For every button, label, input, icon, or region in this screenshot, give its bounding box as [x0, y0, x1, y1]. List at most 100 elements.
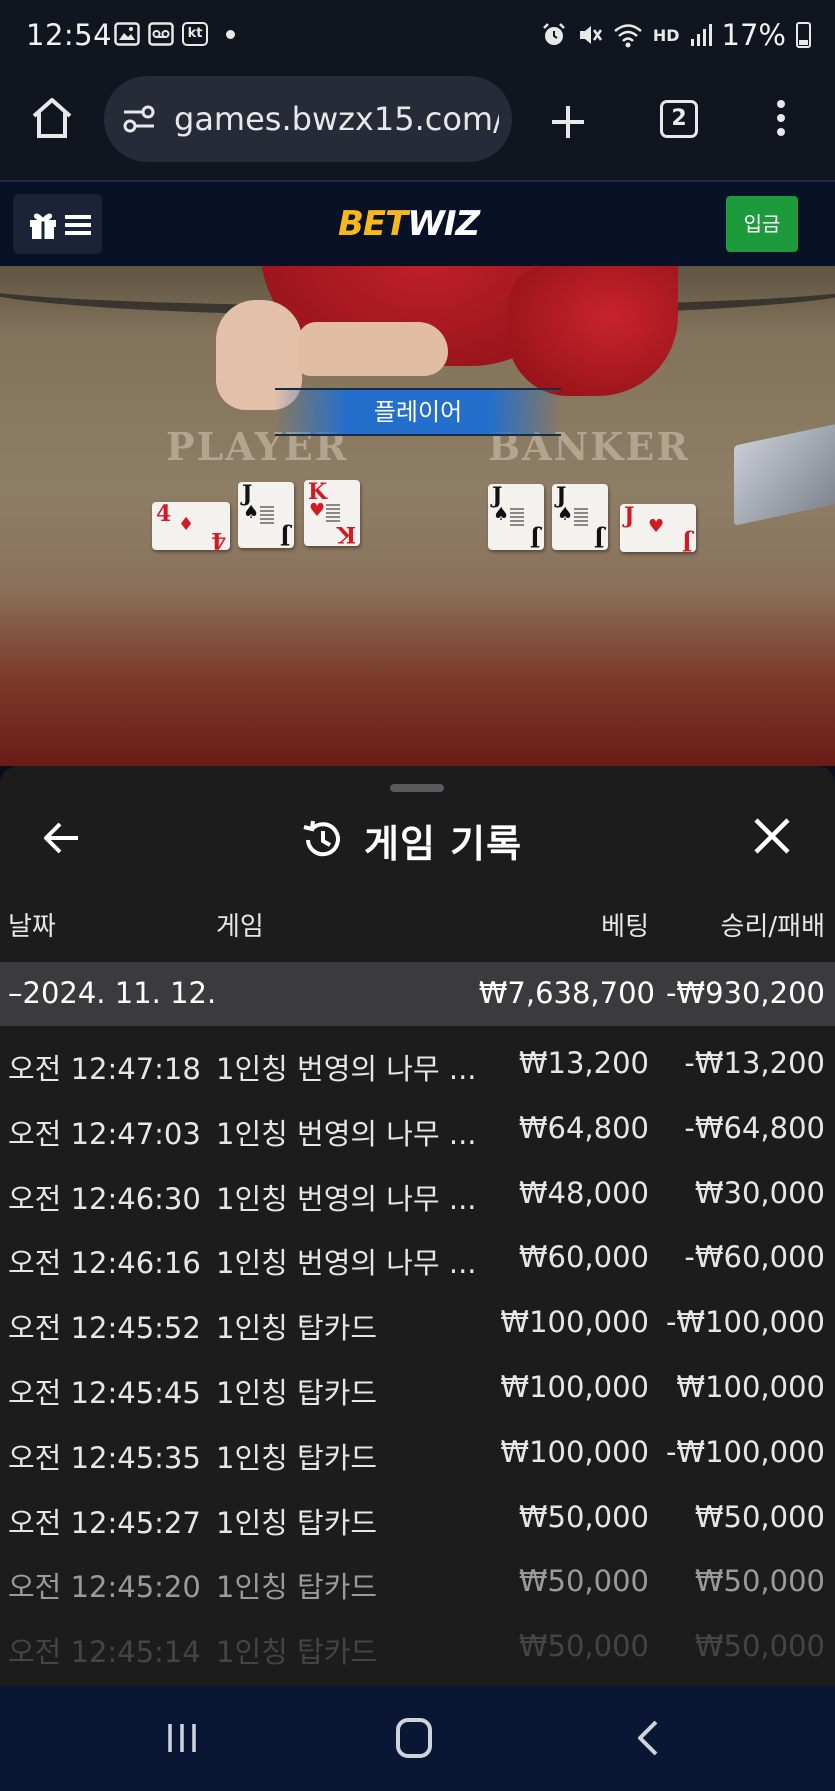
banker-card-1: J ♠ J: [488, 484, 544, 551]
row-game: 1인칭 탑카드: [216, 1311, 378, 1346]
battery-percent: 17%: [721, 18, 786, 52]
live-game-video[interactable]: PLAYER BANKER 플레이어 4 ♦ 4 J ♠ J K ♥ K J ♠ J J ♠ J J…: [0, 266, 835, 766]
history-row[interactable]: 오전 12:45:35 1인칭 탑카드 ₩100,000 -₩100,000: [0, 1417, 835, 1482]
date-group-row[interactable]: –2024. 11. 12. ₩7,638,700 -₩930,200: [0, 962, 835, 1026]
row-game: 1인칭 탑카드: [216, 1440, 378, 1475]
mute-icon: [579, 26, 602, 44]
row-winloss: -₩60,000: [684, 1240, 825, 1275]
row-game: 1인칭 번영의 나무 ...: [216, 1116, 477, 1151]
column-header-game: 게임: [216, 912, 264, 942]
status-time: 12:54: [26, 18, 113, 52]
history-icon: [303, 820, 340, 857]
nav-home-icon[interactable]: [396, 1718, 432, 1758]
close-icon[interactable]: [752, 816, 792, 856]
row-winloss: -₩100,000: [665, 1434, 825, 1469]
date-group-winloss-total: -₩930,200: [665, 976, 825, 1010]
browser-toolbar: games.bwzx15.com/l 2: [0, 72, 835, 180]
row-time: 오전 12:45:45: [8, 1375, 201, 1410]
overflow-menu-icon[interactable]: [774, 100, 788, 144]
status-bar: 12:54 kt HD 17%: [0, 0, 835, 72]
row-bet: ₩13,200: [518, 1046, 649, 1080]
column-header-winloss: 승리/패배: [720, 912, 825, 942]
row-bet: ₩100,000: [500, 1369, 649, 1404]
new-tab-icon[interactable]: [548, 102, 588, 142]
row-time: 오전 12:46:16: [8, 1246, 201, 1281]
hd-voice-icon: HD: [652, 25, 680, 45]
row-game: 1인칭 탑카드: [216, 1375, 378, 1410]
wifi-icon: [614, 24, 642, 48]
row-winloss: ₩30,000: [694, 1175, 825, 1210]
carrier-badge: kt: [182, 22, 208, 46]
row-bet: ₩100,000: [500, 1305, 649, 1340]
history-row[interactable]: 오전 12:46:30 1인칭 번영의 나무 ... ₩48,000 ₩30,000: [0, 1158, 835, 1223]
row-game: 1인칭 탑카드: [216, 1570, 378, 1605]
history-row[interactable]: 오전 12:45:14 1인칭 탑카드 ₩50,000 ₩50,000: [0, 1611, 835, 1676]
home-icon[interactable]: [28, 94, 76, 142]
signal-icon: [690, 24, 712, 46]
history-row[interactable]: 오전 12:45:27 1인칭 탑카드 ₩50,000 ₩50,000: [0, 1482, 835, 1547]
hamburger-icon: [65, 215, 91, 235]
address-bar[interactable]: games.bwzx15.com/l: [104, 76, 512, 162]
gift-icon: [30, 213, 56, 239]
row-bet: ₩100,000: [500, 1434, 649, 1469]
row-game: 1인칭 탑카드: [216, 1505, 378, 1540]
round-result-banner: 플레이어: [275, 388, 561, 436]
status-system-icons: HD 17%: [541, 18, 811, 52]
nav-back-icon[interactable]: [632, 1718, 662, 1758]
row-bet: ₩64,800: [518, 1110, 649, 1145]
row-winloss: ₩100,000: [676, 1369, 825, 1404]
row-winloss: -₩64,800: [684, 1110, 825, 1145]
row-bet: ₩48,000: [518, 1175, 649, 1210]
date-group-date: –2024. 11. 12.: [8, 976, 217, 1010]
url-text[interactable]: games.bwzx15.com/l: [174, 100, 499, 138]
history-row[interactable]: 오전 12:45:52 1인칭 탑카드 ₩100,000 -₩100,000: [0, 1287, 835, 1352]
brand-logo[interactable]: BETWIZ: [338, 204, 480, 244]
row-winloss: ₩50,000: [694, 1499, 825, 1534]
row-game: 1인칭 번영의 나무 ...: [216, 1052, 477, 1086]
battery-icon: [796, 22, 811, 48]
sheet-title: 게임 기록: [364, 821, 523, 866]
row-game: 1인칭 번영의 나무 ...: [216, 1181, 477, 1216]
column-header-bet: 베팅: [601, 912, 649, 942]
site-settings-icon[interactable]: [122, 104, 156, 134]
alarm-icon: [542, 23, 565, 45]
date-group-bet-total: ₩7,638,700: [478, 976, 655, 1010]
promo-menu-button[interactable]: [13, 194, 102, 254]
row-game: 1인칭 탑카드: [216, 1635, 378, 1670]
row-winloss: ₩50,000: [694, 1564, 825, 1599]
recent-apps-icon[interactable]: [164, 1722, 200, 1754]
site-header: BETWIZ 입금: [0, 180, 835, 266]
history-row[interactable]: 오전 12:46:16 1인칭 번영의 나무 ... ₩60,000 -₩60,000: [0, 1222, 835, 1287]
dealer-arm: [508, 266, 678, 396]
row-game: 1인칭 번영의 나무 ...: [216, 1246, 477, 1281]
player-card-1: 4 ♦ 4: [152, 502, 230, 553]
row-time: 오전 12:47:03: [8, 1116, 201, 1151]
history-row[interactable]: 오전 12:45:45 1인칭 탑카드 ₩100,000 ₩100,000: [0, 1352, 835, 1417]
history-row[interactable]: 오전 12:45:20 1인칭 탑카드 ₩50,000 ₩50,000: [0, 1546, 835, 1611]
column-header-date: 날짜: [8, 912, 56, 942]
banker-card-3: J ♥ J: [620, 504, 696, 555]
deposit-button[interactable]: 입금: [726, 196, 798, 252]
sheet-drag-handle[interactable]: [390, 784, 444, 792]
gallery-icon: [114, 22, 140, 46]
history-list: 오전 12:47:18 1인칭 번영의 나무 ... ₩13,200 -₩13,200…: [0, 1028, 835, 1676]
row-time: 오전 12:45:14: [8, 1635, 201, 1670]
row-bet: ₩50,000: [518, 1499, 649, 1534]
player-card-3: K ♥ K: [304, 480, 360, 547]
tab-switcher-button[interactable]: 2: [660, 100, 698, 138]
sheet-header: 게임 기록: [300, 812, 522, 868]
player-card-2: J ♠ J: [238, 482, 294, 549]
back-arrow-icon[interactable]: [40, 816, 84, 860]
row-time: 오전 12:45:35: [8, 1440, 201, 1475]
history-row[interactable]: 오전 12:47:18 1인칭 번영의 나무 ... ₩13,200 -₩13,200: [0, 1028, 835, 1093]
row-bet: ₩50,000: [518, 1564, 649, 1599]
row-winloss: ₩50,000: [694, 1629, 825, 1664]
row-winloss: -₩100,000: [665, 1305, 825, 1340]
notification-dot-icon: [226, 29, 235, 39]
game-history-sheet: 게임 기록 날짜 게임 베팅 승리/패배 –2024. 11. 12. ₩7,6…: [0, 766, 835, 1686]
dealer-hand-right: [298, 322, 448, 376]
history-row[interactable]: 오전 12:47:03 1인칭 번영의 나무 ... ₩64,800 -₩64,800: [0, 1093, 835, 1158]
row-time: 오전 12:45:52: [8, 1311, 201, 1346]
row-bet: ₩50,000: [518, 1629, 649, 1664]
row-time: 오전 12:45:27: [8, 1505, 201, 1540]
